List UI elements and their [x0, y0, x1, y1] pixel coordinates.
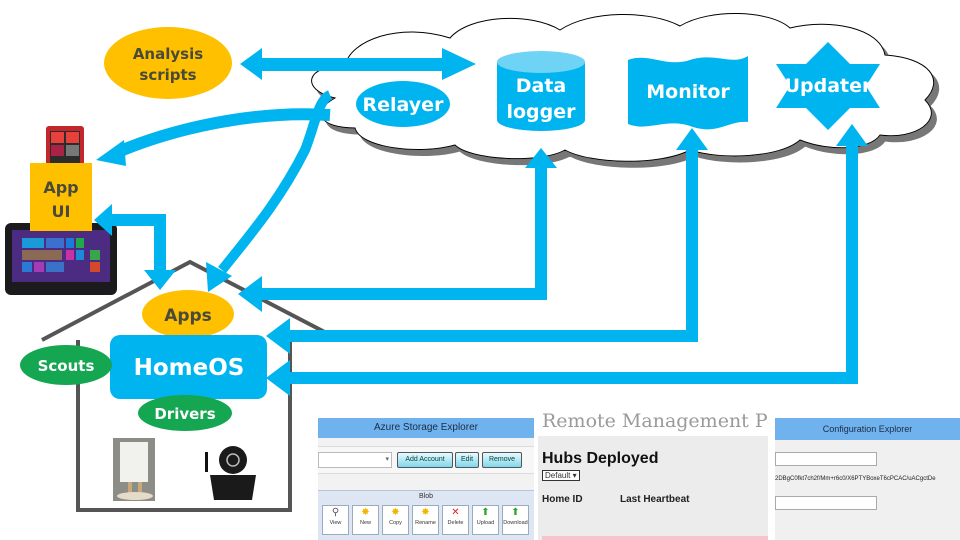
app-ui-label-1: App	[43, 178, 78, 197]
download-arrow-icon: ⬆	[511, 507, 520, 518]
azure-storage-explorer-screenshot: Azure Storage Explorer ▾ Add Account Edi…	[318, 418, 534, 540]
download-tool[interactable]: ⬆ Download	[502, 505, 529, 535]
phone-image	[46, 126, 84, 166]
add-account-button[interactable]: Add Account	[397, 452, 453, 468]
arrow-updater-to-homeos	[266, 124, 868, 396]
account-dropdown[interactable]: ▾	[318, 452, 392, 468]
monitor-label: Monitor	[646, 81, 730, 103]
camera-device-image	[205, 446, 256, 500]
star-icon: ✸	[361, 507, 370, 518]
config-field-2[interactable]	[775, 496, 877, 510]
view-tool[interactable]: ⚲ View	[322, 505, 349, 535]
copy-tool[interactable]: ✸ Copy	[382, 505, 409, 535]
azure-title: Azure Storage Explorer	[318, 418, 534, 438]
analysis-scripts-label-2: scripts	[139, 66, 196, 84]
remote-management-title: Remote Management Po	[542, 410, 768, 432]
app-ui-label-2: UI	[52, 202, 71, 221]
drivers-label: Drivers	[154, 405, 215, 423]
blob-toolbar: Blob ⚲ View ✸ New ✸ Copy ✸ Rename ✕ Delete ⬆ U…	[318, 490, 534, 540]
upload-arrow-icon: ⬆	[481, 507, 490, 518]
config-connection-string[interactable]: 2DBgC0fkt7ch2f/Mm+r6c0/X6PTYBoxeT6cPCAC/…	[775, 476, 936, 482]
analysis-scripts-node	[104, 27, 232, 99]
data-logger-label-2: logger	[506, 101, 576, 123]
relayer-label: Relayer	[363, 94, 445, 116]
column-last-heartbeat: Last Heartbeat	[620, 494, 690, 505]
upload-tool[interactable]: ⬆ Upload	[472, 505, 499, 535]
magnifier-icon: ⚲	[331, 507, 340, 518]
arrow-datalogger-to-apps	[238, 148, 557, 312]
data-logger-label-1: Data	[516, 75, 567, 97]
config-title: Configuration Explorer	[775, 418, 960, 440]
tablet-image	[5, 223, 117, 295]
account-row: ▾ Add Account Edit Remove	[318, 446, 534, 474]
remove-button[interactable]: Remove	[482, 452, 522, 468]
updater-label: Updater	[785, 75, 872, 97]
configuration-explorer-screenshot: Configuration Explorer 2DBgC0fkt7ch2f/Mm…	[775, 418, 960, 540]
config-field-1[interactable]	[775, 452, 877, 466]
analysis-scripts-label-1: Analysis	[133, 45, 203, 63]
scouts-label: Scouts	[38, 357, 95, 375]
arrow-relayer-to-appui	[96, 108, 331, 166]
new-tool[interactable]: ✸ New	[352, 505, 379, 535]
hubs-deployed-heading: Hubs Deployed	[542, 450, 659, 467]
star-icon: ✸	[391, 507, 400, 518]
sensor-device-image	[113, 438, 155, 501]
edit-button[interactable]: Edit	[455, 452, 479, 468]
delete-tool[interactable]: ✕ Delete	[442, 505, 469, 535]
hub-group-select[interactable]: Default ▾	[542, 470, 580, 481]
arrow-monitor-to-homeos	[266, 128, 708, 354]
remote-management-screenshot: Remote Management Po Hubs Deployed Defau…	[538, 410, 768, 540]
star-icon: ✸	[421, 507, 430, 518]
blob-group-label: Blob	[418, 493, 433, 500]
delete-x-icon: ✕	[451, 507, 460, 518]
column-home-id: Home ID	[542, 494, 583, 505]
apps-label: Apps	[164, 306, 212, 326]
homeos-label: HomeOS	[134, 355, 245, 381]
hubs-table-row[interactable]	[542, 536, 768, 540]
hubs-table-header: Home ID Last Heartbeat	[542, 494, 689, 505]
rename-tool[interactable]: ✸ Rename	[412, 505, 439, 535]
